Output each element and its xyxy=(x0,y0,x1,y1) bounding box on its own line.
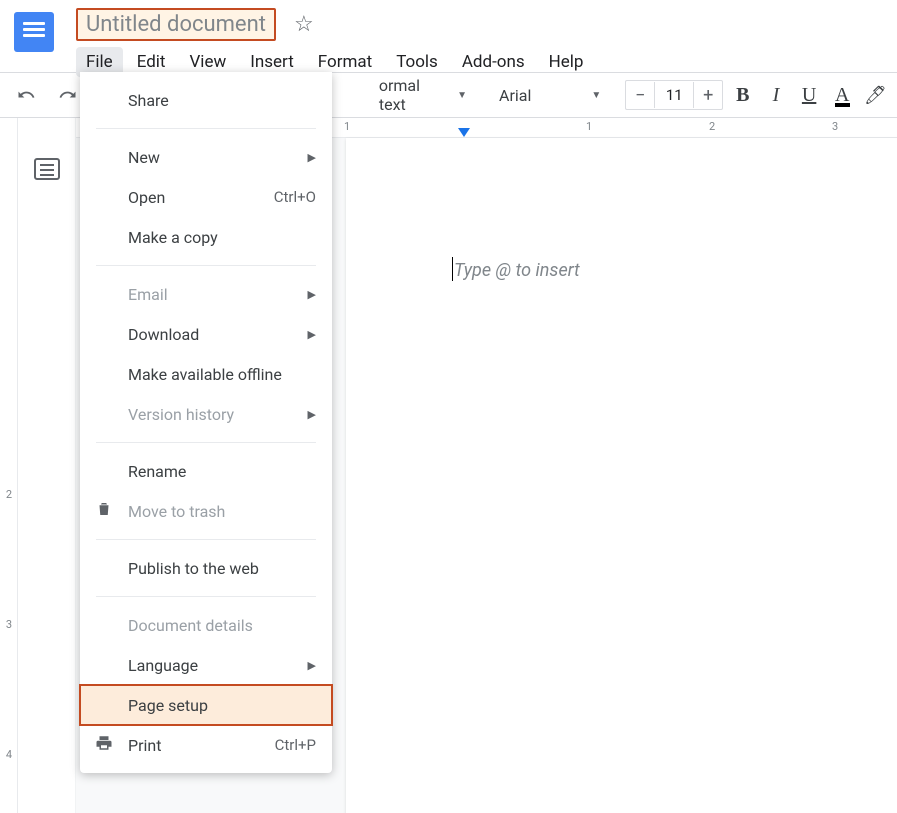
menu-separator xyxy=(96,596,316,597)
label: Language xyxy=(128,656,198,675)
submenu-arrow-icon: ▶ xyxy=(308,288,316,301)
label: Download xyxy=(128,325,199,344)
menu-document-details[interactable]: Document details xyxy=(80,605,332,645)
text-color-button[interactable]: A xyxy=(829,79,856,111)
editor-placeholder: Type @ to insert xyxy=(454,260,580,281)
label: Move to trash xyxy=(128,502,225,521)
menu-new[interactable]: New ▶ xyxy=(80,137,332,177)
submenu-arrow-icon: ▶ xyxy=(308,328,316,341)
document-page[interactable]: Type @ to insert xyxy=(346,138,897,813)
menu-page-setup[interactable]: Page setup xyxy=(80,685,332,725)
label: Version history xyxy=(128,405,234,424)
font-size-increase[interactable]: + xyxy=(694,81,722,109)
undo-button[interactable] xyxy=(8,81,44,109)
outline-rail xyxy=(18,118,76,813)
menu-move-to-trash[interactable]: Move to trash xyxy=(80,491,332,531)
label: Share xyxy=(128,91,169,110)
ruler-indent-marker[interactable] xyxy=(458,128,470,137)
submenu-arrow-icon: ▶ xyxy=(308,151,316,164)
menu-help[interactable]: Help xyxy=(539,47,594,77)
menu-print[interactable]: Print Ctrl+P xyxy=(80,725,332,765)
menu-publish[interactable]: Publish to the web xyxy=(80,548,332,588)
shortcut: Ctrl+P xyxy=(275,736,316,754)
menu-make-offline[interactable]: Make available offline xyxy=(80,354,332,394)
shortcut: Ctrl+O xyxy=(274,188,316,206)
docs-app-icon[interactable] xyxy=(14,12,54,52)
paragraph-style-label: ormal text xyxy=(379,76,435,114)
menu-share[interactable]: Share xyxy=(80,80,332,120)
star-icon[interactable]: ☆ xyxy=(294,12,314,37)
vertical-ruler: 2 3 4 xyxy=(0,118,18,813)
hruler-tick: 1 xyxy=(586,120,592,133)
file-menu-dropdown: Share New ▶ Open Ctrl+O Make a copy Email ▶… xyxy=(80,72,332,773)
chevron-down-icon: ▼ xyxy=(457,90,467,101)
vruler-tick: 2 xyxy=(2,488,16,501)
menu-separator xyxy=(96,442,316,443)
document-title[interactable]: Untitled document xyxy=(76,8,276,41)
label: Publish to the web xyxy=(128,559,259,578)
font-size-value[interactable]: 11 xyxy=(654,82,694,108)
menu-version-history[interactable]: Version history ▶ xyxy=(80,394,332,434)
paragraph-style-selector[interactable]: ormal text ▼ xyxy=(373,72,473,118)
label: Document details xyxy=(128,616,253,635)
menu-separator xyxy=(96,539,316,540)
label: Make available offline xyxy=(128,365,282,384)
font-family-label: Arial xyxy=(499,86,531,105)
print-icon xyxy=(94,734,114,756)
hruler-tick: 3 xyxy=(832,120,838,133)
menu-rename[interactable]: Rename xyxy=(80,451,332,491)
menu-download[interactable]: Download ▶ xyxy=(80,314,332,354)
label: Make a copy xyxy=(128,228,218,247)
italic-button[interactable]: I xyxy=(762,79,789,111)
hruler-tick: 2 xyxy=(709,120,715,133)
label: Rename xyxy=(128,462,186,481)
label: New xyxy=(128,148,160,167)
vruler-tick: 3 xyxy=(2,618,16,631)
submenu-arrow-icon: ▶ xyxy=(308,659,316,672)
bold-button[interactable]: B xyxy=(729,79,756,111)
hruler-tick: 1 xyxy=(344,120,350,133)
chevron-down-icon: ▼ xyxy=(591,90,601,101)
font-size-decrease[interactable]: − xyxy=(626,81,654,109)
font-size-stepper: − 11 + xyxy=(625,80,723,110)
menu-open[interactable]: Open Ctrl+O xyxy=(80,177,332,217)
highlight-button[interactable]: 🖊 xyxy=(862,79,889,111)
font-family-selector[interactable]: Arial ▼ xyxy=(493,82,607,109)
title-zone: Untitled document ☆ File Edit View Inser… xyxy=(76,8,593,77)
text-cursor xyxy=(452,257,453,281)
label: Page setup xyxy=(128,696,208,715)
vruler-tick: 4 xyxy=(2,748,16,761)
submenu-arrow-icon: ▶ xyxy=(308,408,316,421)
trash-icon xyxy=(94,500,114,522)
menu-language[interactable]: Language ▶ xyxy=(80,645,332,685)
label: Email xyxy=(128,285,168,304)
menu-separator xyxy=(96,128,316,129)
menu-email[interactable]: Email ▶ xyxy=(80,274,332,314)
underline-button[interactable]: U xyxy=(796,79,823,111)
header-bar: Untitled document ☆ File Edit View Inser… xyxy=(0,0,897,72)
menu-make-copy[interactable]: Make a copy xyxy=(80,217,332,257)
label: Print xyxy=(128,736,161,755)
menu-separator xyxy=(96,265,316,266)
label: Open xyxy=(128,188,165,207)
outline-toggle-icon[interactable] xyxy=(34,158,60,180)
